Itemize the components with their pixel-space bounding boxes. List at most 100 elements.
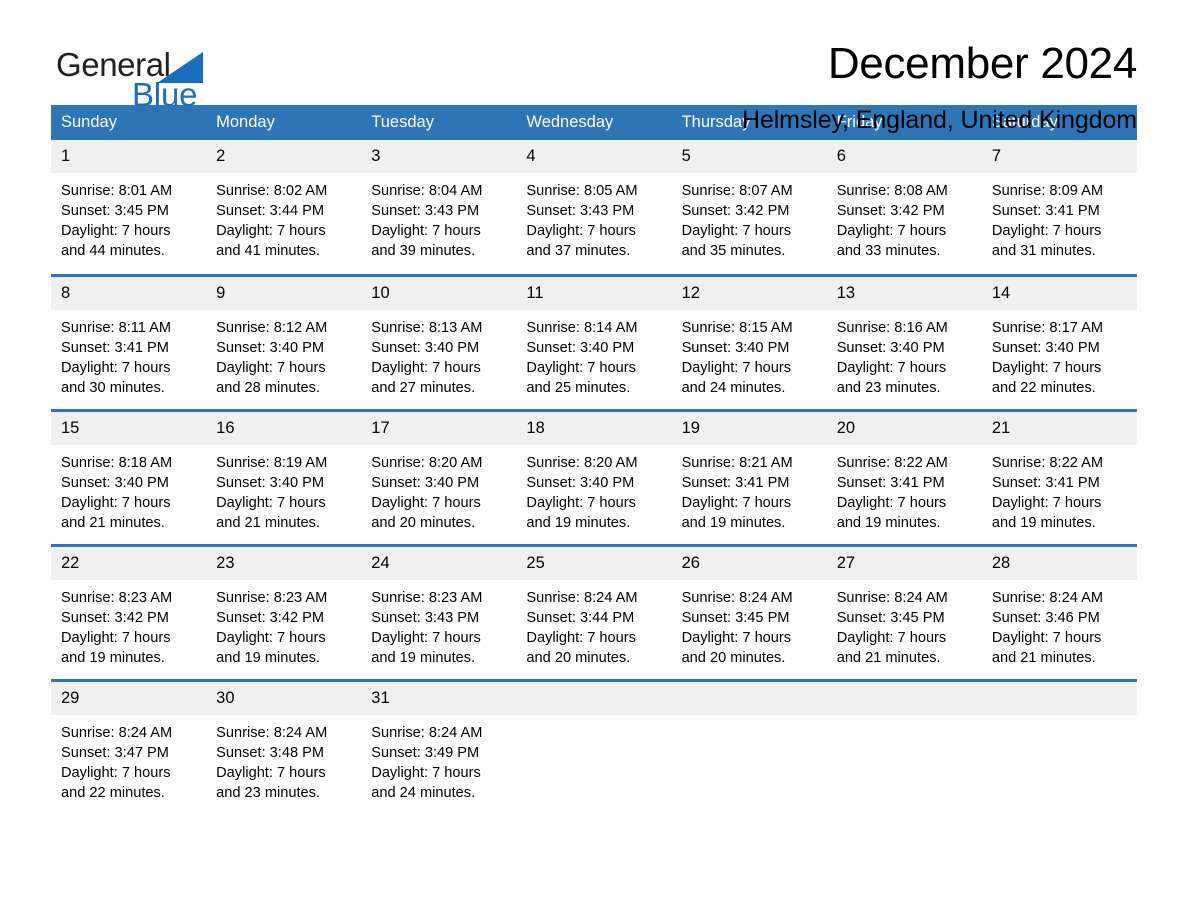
day-number: 12 — [671, 276, 827, 310]
calendar-page: General Blue December 2024 Helmsley, Eng… — [0, 0, 1188, 918]
day-number: 23 — [206, 546, 362, 580]
calendar-day-cell[interactable]: 9 Sunrise: 8:12 AM Sunset: 3:40 PM Daylig… — [206, 273, 362, 410]
calendar-day-cell-empty — [671, 678, 827, 815]
day-sun-details: Sunrise: 8:24 AM Sunset: 3:45 PM Dayligh… — [836, 589, 948, 666]
day-number — [671, 681, 827, 715]
day-sun-details: Sunrise: 8:16 AM Sunset: 3:40 PM Dayligh… — [836, 319, 948, 396]
day-number: 7 — [981, 140, 1137, 173]
calendar-day-cell[interactable]: 27 Sunrise: 8:24 AM Sunset: 3:45 PM Dayli… — [826, 543, 982, 680]
calendar-day-cell-empty — [981, 678, 1137, 815]
calendar-grid: Sunday Monday Tuesday Wednesday Thursday Frid… — [51, 105, 1137, 815]
calendar-week-row: 1 Sunrise: 8:01 AM Sunset: 3:45 PM Daylig… — [51, 140, 1137, 275]
day-sun-details: Sunrise: 8:17 AM Sunset: 3:40 PM Dayligh… — [991, 319, 1103, 396]
day-number: 6 — [826, 140, 982, 173]
day-sun-details: Sunrise: 8:22 AM Sunset: 3:41 PM Dayligh… — [836, 454, 948, 531]
calendar-day-cell[interactable]: 23 Sunrise: 8:23 AM Sunset: 3:42 PM Dayli… — [206, 543, 362, 680]
calendar-day-cell-empty — [516, 678, 672, 815]
calendar-day-cell[interactable]: 25 Sunrise: 8:24 AM Sunset: 3:44 PM Dayli… — [516, 543, 672, 680]
day-sun-details: Sunrise: 8:15 AM Sunset: 3:40 PM Dayligh… — [681, 319, 793, 396]
location-subtitle: Helmsley, England, United Kingdom — [741, 106, 1137, 134]
day-number: 31 — [361, 681, 517, 715]
day-sun-details: Sunrise: 8:18 AM Sunset: 3:40 PM Dayligh… — [61, 454, 173, 531]
calendar-day-cell[interactable]: 3 Sunrise: 8:04 AM Sunset: 3:43 PM Daylig… — [361, 140, 517, 275]
calendar-day-cell-empty — [826, 678, 982, 815]
calendar-day-cell[interactable]: 28 Sunrise: 8:24 AM Sunset: 3:46 PM Dayli… — [981, 543, 1137, 680]
calendar-day-cell[interactable]: 12 Sunrise: 8:15 AM Sunset: 3:40 PM Dayli… — [671, 273, 827, 410]
day-number: 20 — [826, 411, 982, 445]
calendar-day-cell[interactable]: 11 Sunrise: 8:14 AM Sunset: 3:40 PM Dayli… — [516, 273, 672, 410]
day-number: 27 — [826, 546, 982, 580]
day-number: 22 — [51, 546, 207, 580]
day-sun-details: Sunrise: 8:01 AM Sunset: 3:45 PM Dayligh… — [61, 183, 173, 259]
calendar-day-cell[interactable]: 2 Sunrise: 8:02 AM Sunset: 3:44 PM Daylig… — [206, 140, 362, 275]
day-number: 15 — [51, 411, 207, 445]
general-blue-logo[interactable]: General Blue — [56, 48, 316, 118]
calendar-week-row: 8 Sunrise: 8:11 AM Sunset: 3:41 PM Daylig… — [51, 273, 1137, 410]
calendar-day-cell[interactable]: 15 Sunrise: 8:18 AM Sunset: 3:40 PM Dayli… — [51, 408, 207, 545]
day-sun-details: Sunrise: 8:22 AM Sunset: 3:41 PM Dayligh… — [991, 454, 1103, 531]
calendar-day-cell[interactable]: 22 Sunrise: 8:23 AM Sunset: 3:42 PM Dayli… — [51, 543, 207, 680]
calendar-day-cell[interactable]: 14 Sunrise: 8:17 AM Sunset: 3:40 PM Dayli… — [981, 273, 1137, 410]
day-sun-details: Sunrise: 8:20 AM Sunset: 3:40 PM Dayligh… — [371, 454, 483, 531]
calendar-day-cell[interactable]: 16 Sunrise: 8:19 AM Sunset: 3:40 PM Dayli… — [206, 408, 362, 545]
calendar-day-cell[interactable]: 10 Sunrise: 8:13 AM Sunset: 3:40 PM Dayli… — [361, 273, 517, 410]
day-sun-details: Sunrise: 8:08 AM Sunset: 3:42 PM Dayligh… — [836, 183, 948, 259]
day-sun-details: Sunrise: 8:21 AM Sunset: 3:41 PM Dayligh… — [681, 454, 793, 531]
day-sun-details: Sunrise: 8:20 AM Sunset: 3:40 PM Dayligh… — [526, 454, 638, 531]
calendar-day-cell[interactable]: 7 Sunrise: 8:09 AM Sunset: 3:41 PM Daylig… — [981, 140, 1137, 275]
day-sun-details: Sunrise: 8:24 AM Sunset: 3:47 PM Dayligh… — [61, 724, 173, 801]
day-sun-details: Sunrise: 8:11 AM Sunset: 3:41 PM Dayligh… — [61, 319, 172, 396]
day-sun-details: Sunrise: 8:12 AM Sunset: 3:40 PM Dayligh… — [216, 319, 328, 396]
day-sun-details: Sunrise: 8:14 AM Sunset: 3:40 PM Dayligh… — [526, 319, 638, 396]
day-sun-details: Sunrise: 8:02 AM Sunset: 3:44 PM Dayligh… — [216, 183, 328, 259]
calendar-week-row: 29 Sunrise: 8:24 AM Sunset: 3:47 PM Dayli… — [51, 678, 1137, 815]
day-sun-details: Sunrise: 8:07 AM Sunset: 3:42 PM Dayligh… — [681, 183, 793, 259]
day-sun-details: Sunrise: 8:24 AM Sunset: 3:46 PM Dayligh… — [991, 589, 1103, 666]
day-number: 21 — [981, 411, 1137, 445]
day-number: 18 — [516, 411, 672, 445]
calendar-day-cell[interactable]: 17 Sunrise: 8:20 AM Sunset: 3:40 PM Dayli… — [361, 408, 517, 545]
day-sun-details: Sunrise: 8:05 AM Sunset: 3:43 PM Dayligh… — [526, 183, 638, 259]
day-number: 9 — [206, 276, 362, 310]
calendar-day-cell[interactable]: 18 Sunrise: 8:20 AM Sunset: 3:40 PM Dayli… — [516, 408, 672, 545]
calendar-day-cell[interactable]: 6 Sunrise: 8:08 AM Sunset: 3:42 PM Daylig… — [826, 140, 982, 275]
day-number: 19 — [671, 411, 827, 445]
day-sun-details: Sunrise: 8:19 AM Sunset: 3:40 PM Dayligh… — [216, 454, 328, 531]
day-number: 5 — [671, 140, 827, 173]
calendar-day-cell[interactable]: 21 Sunrise: 8:22 AM Sunset: 3:41 PM Dayli… — [981, 408, 1137, 545]
day-number: 4 — [516, 140, 672, 173]
day-number: 14 — [981, 276, 1137, 310]
calendar-day-cell[interactable]: 26 Sunrise: 8:24 AM Sunset: 3:45 PM Dayli… — [671, 543, 827, 680]
day-sun-details: Sunrise: 8:04 AM Sunset: 3:43 PM Dayligh… — [371, 183, 483, 259]
day-number: 13 — [826, 276, 982, 310]
calendar-week-row: 22 Sunrise: 8:23 AM Sunset: 3:42 PM Dayli… — [51, 543, 1137, 680]
calendar-day-cell[interactable]: 8 Sunrise: 8:11 AM Sunset: 3:41 PM Daylig… — [51, 273, 207, 410]
day-number — [516, 681, 672, 715]
calendar-day-cell[interactable]: 13 Sunrise: 8:16 AM Sunset: 3:40 PM Dayli… — [826, 273, 982, 410]
day-sun-details — [982, 715, 1137, 723]
day-sun-details: Sunrise: 8:24 AM Sunset: 3:49 PM Dayligh… — [371, 724, 483, 801]
day-number: 1 — [51, 140, 207, 173]
day-number: 8 — [51, 276, 207, 310]
calendar-day-cell[interactable]: 31 Sunrise: 8:24 AM Sunset: 3:49 PM Dayli… — [361, 678, 517, 815]
title-block: December 2024 Helmsley, England, United … — [437, 0, 1137, 136]
day-number: 16 — [206, 411, 362, 445]
calendar-day-cell[interactable]: 29 Sunrise: 8:24 AM Sunset: 3:47 PM Dayli… — [51, 678, 207, 815]
day-sun-details — [672, 715, 827, 723]
calendar-day-cell[interactable]: 20 Sunrise: 8:22 AM Sunset: 3:41 PM Dayli… — [826, 408, 982, 545]
day-number: 24 — [361, 546, 517, 580]
day-sun-details: Sunrise: 8:23 AM Sunset: 3:42 PM Dayligh… — [216, 589, 328, 666]
day-sun-details: Sunrise: 8:24 AM Sunset: 3:48 PM Dayligh… — [216, 724, 328, 801]
day-sun-details — [827, 715, 982, 723]
calendar-day-cell[interactable]: 1 Sunrise: 8:01 AM Sunset: 3:45 PM Daylig… — [51, 140, 207, 275]
calendar-day-cell[interactable]: 5 Sunrise: 8:07 AM Sunset: 3:42 PM Daylig… — [671, 140, 827, 275]
calendar-day-cell[interactable]: 24 Sunrise: 8:23 AM Sunset: 3:43 PM Dayli… — [361, 543, 517, 680]
day-number: 26 — [671, 546, 827, 580]
logo-text-blue: Blue — [132, 76, 198, 113]
calendar-day-cell[interactable]: 4 Sunrise: 8:05 AM Sunset: 3:43 PM Daylig… — [516, 140, 672, 275]
page-header: General Blue December 2024 Helmsley, Eng… — [51, 0, 1137, 134]
calendar-week-row: 15 Sunrise: 8:18 AM Sunset: 3:40 PM Dayli… — [51, 408, 1137, 545]
calendar-day-cell[interactable]: 19 Sunrise: 8:21 AM Sunset: 3:41 PM Dayli… — [671, 408, 827, 545]
day-number: 11 — [516, 276, 672, 310]
calendar-day-cell[interactable]: 30 Sunrise: 8:24 AM Sunset: 3:48 PM Dayli… — [206, 678, 362, 815]
